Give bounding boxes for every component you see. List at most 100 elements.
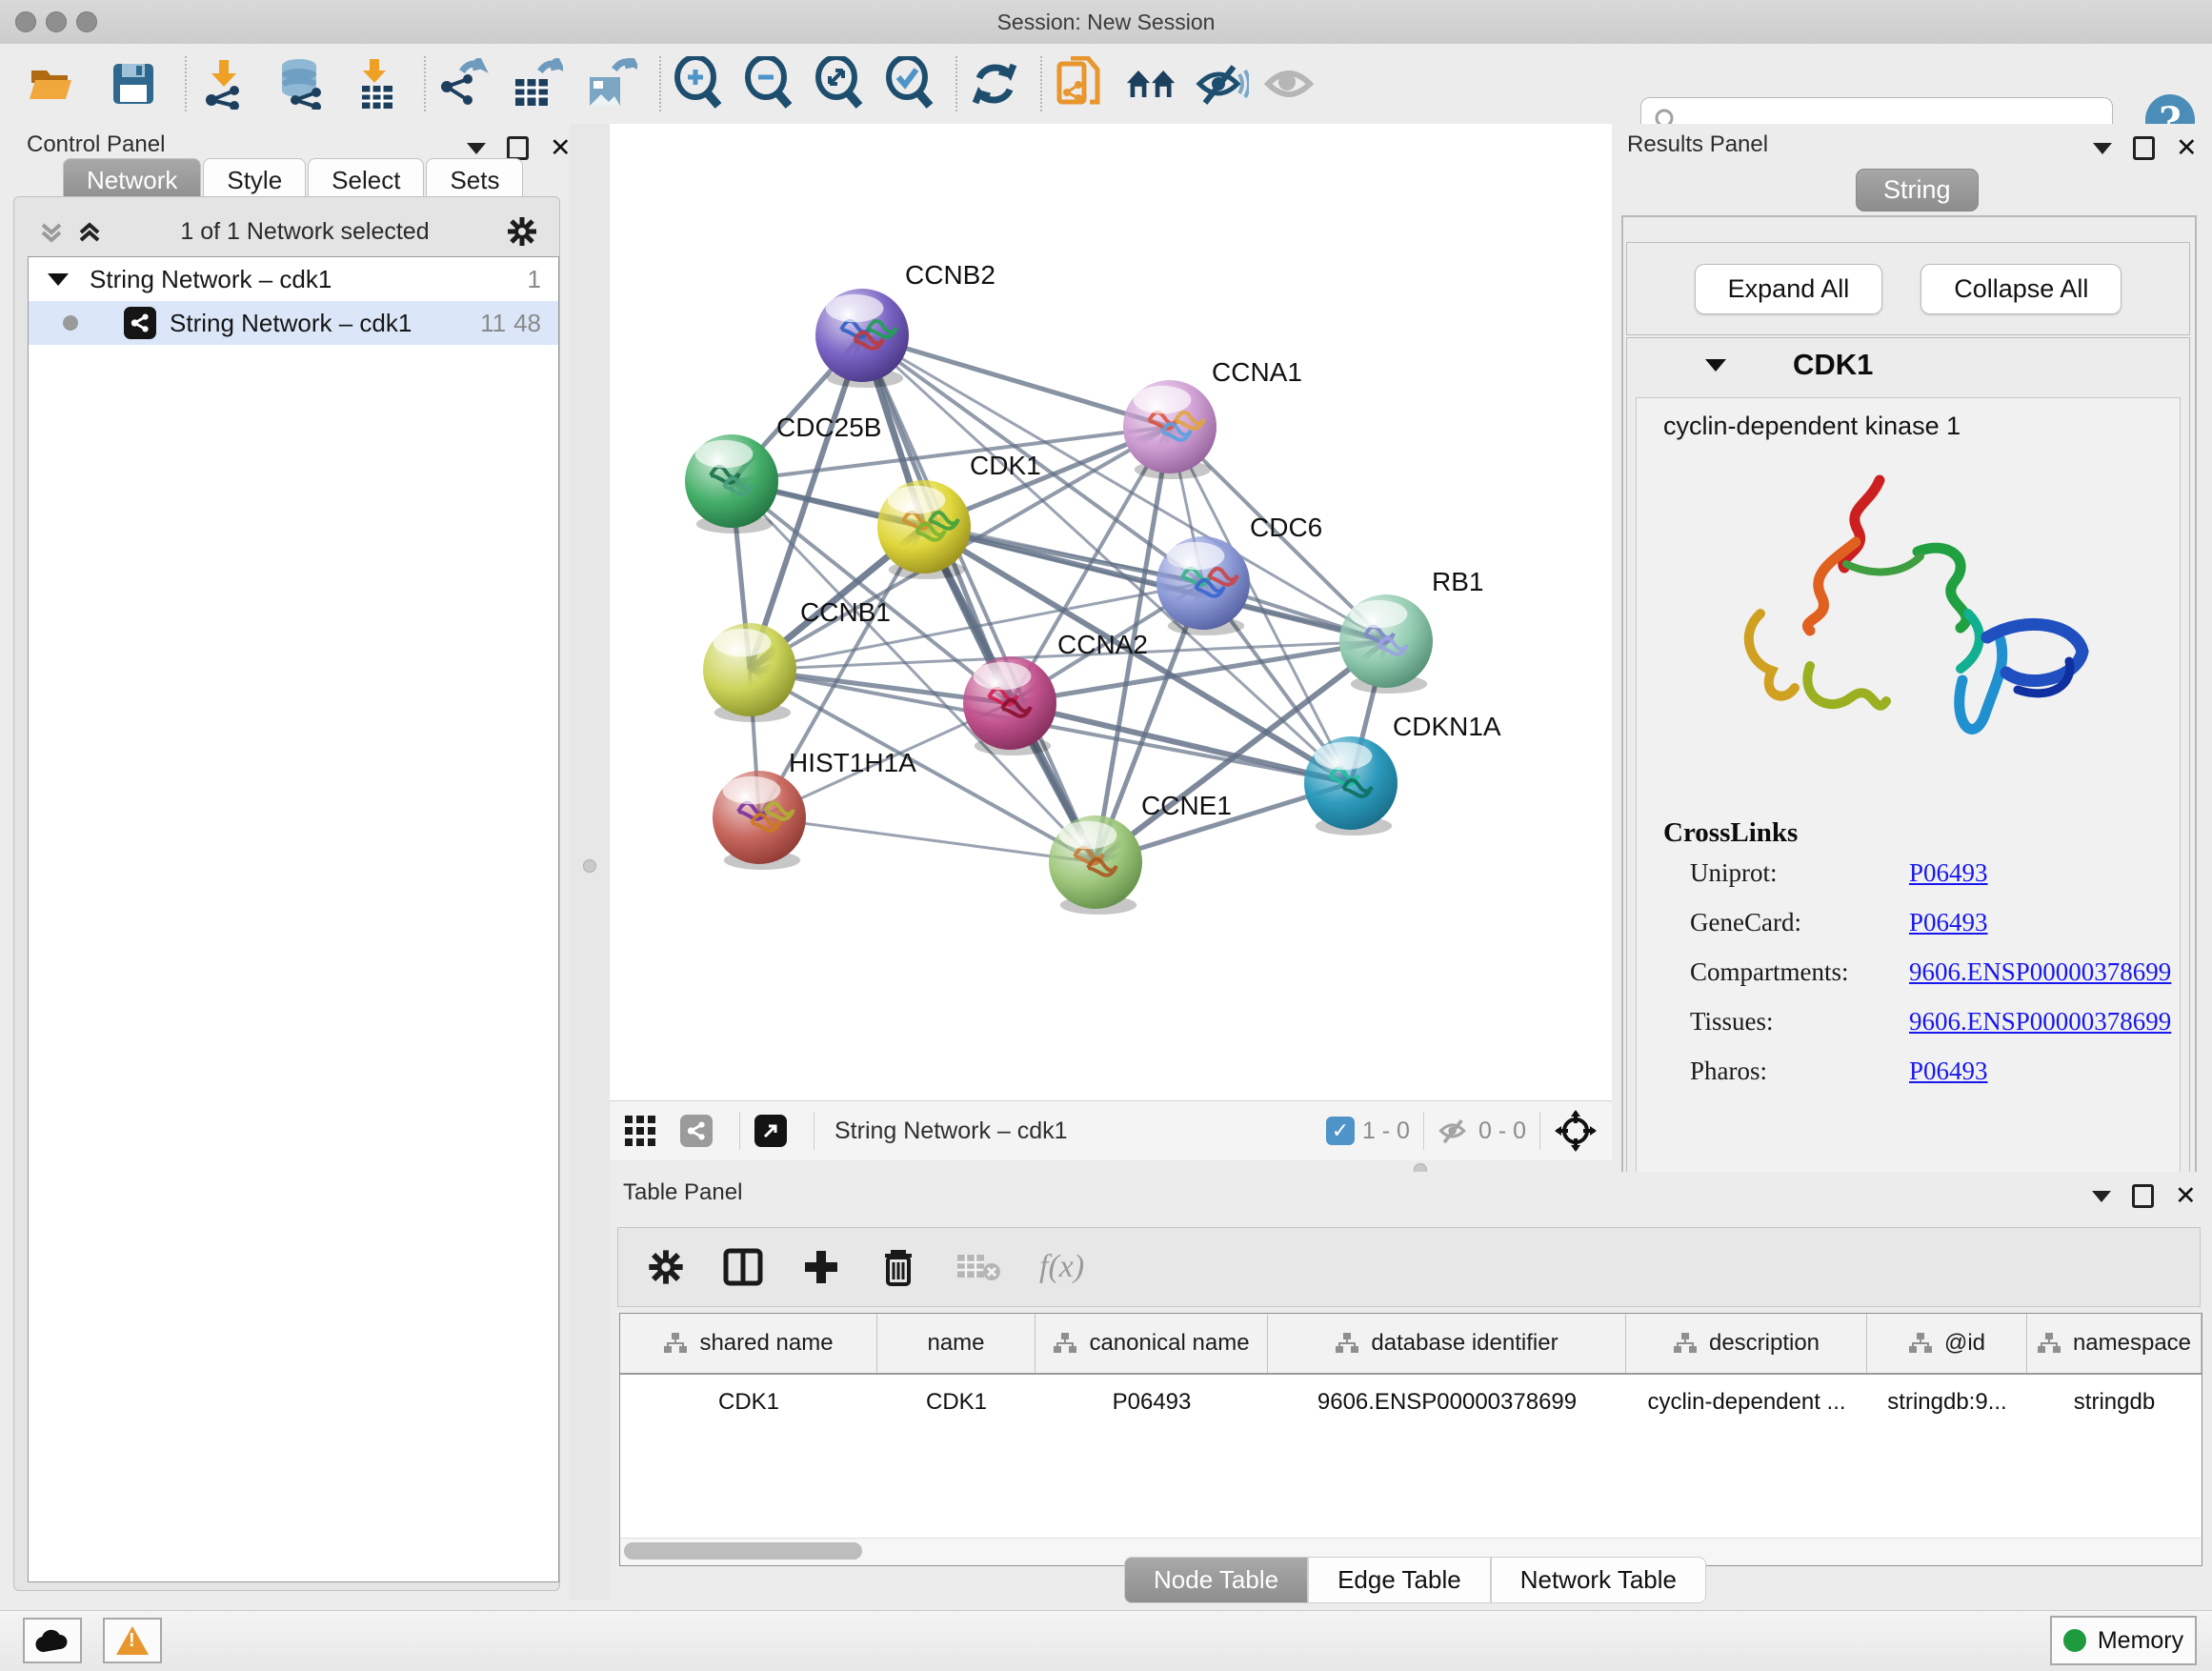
memory-button[interactable]: Memory: [2050, 1616, 2197, 1665]
scrollbar-thumb[interactable]: [624, 1542, 862, 1560]
import-network-icon: [200, 58, 248, 110]
results-panel-float-icon[interactable]: [2133, 136, 2155, 160]
table-cell[interactable]: CDK1: [620, 1389, 877, 1416]
show-columns-icon[interactable]: [723, 1247, 763, 1287]
column-header-database-identifier[interactable]: database identifier: [1268, 1314, 1626, 1373]
open-session-button[interactable]: [25, 57, 78, 111]
hierarchy-icon: [1908, 1332, 1933, 1355]
network-canvas[interactable]: CCNB2CCNA1CDC25BCDK1CDC6RB1CCNB1CCNA2CDK…: [610, 124, 1612, 1100]
first-neighbors-button[interactable]: [1125, 57, 1178, 111]
table-cell[interactable]: P06493: [1036, 1389, 1268, 1416]
left-splitter-handle[interactable]: [583, 859, 596, 873]
zoom-fit-button[interactable]: [813, 57, 866, 111]
hide-selected-button[interactable]: [1196, 57, 1249, 111]
zoom-out-button[interactable]: [742, 57, 795, 111]
crosslink-row: Uniprot:P06493: [1690, 858, 2180, 888]
crosslink-row: GeneCard:P06493: [1690, 908, 2180, 937]
node-CCNA1[interactable]: CCNA1: [1123, 357, 1302, 479]
import-table-button[interactable]: [350, 57, 403, 111]
tab-string[interactable]: String: [1856, 169, 1979, 211]
cloud-button[interactable]: [23, 1618, 82, 1663]
network-options-gear-icon[interactable]: [506, 215, 538, 248]
network-edge-count: 48: [513, 309, 541, 338]
export-network-button[interactable]: [436, 57, 490, 111]
results-panel-close-icon[interactable]: ✕: [2176, 135, 2198, 161]
status-bar: Memory: [0, 1610, 2212, 1671]
network-collection-row[interactable]: String Network – cdk1 1: [29, 257, 558, 301]
node-CCNE1[interactable]: CCNE1: [1049, 791, 1232, 915]
node-CDKN1A[interactable]: CDKN1A: [1304, 712, 1501, 836]
column-header-name[interactable]: name: [877, 1314, 1036, 1373]
control-panel-close-icon[interactable]: ✕: [550, 135, 572, 161]
delete-column-icon[interactable]: [879, 1246, 917, 1288]
table-panel-float-icon[interactable]: [2132, 1184, 2154, 1208]
edge-CCNB2-CCNA1[interactable]: [862, 335, 1170, 427]
crosslink-row: Compartments:9606.ENSP00000378699: [1690, 957, 2180, 987]
delete-table-icon: [955, 1249, 1001, 1285]
crosslink-link[interactable]: 9606.ENSP00000378699: [1909, 957, 2171, 987]
collection-expand-icon[interactable]: [48, 273, 69, 286]
apply-layout-button[interactable]: [968, 57, 1021, 111]
grid-view-icon[interactable]: [623, 1114, 657, 1148]
node-RB1[interactable]: RB1: [1339, 567, 1483, 694]
column-header-canonical-name[interactable]: canonical name: [1036, 1314, 1268, 1373]
control-panel-menu-icon[interactable]: [467, 143, 486, 154]
results-buttons-box: Expand All Collapse All: [1626, 242, 2190, 335]
crosslink-link[interactable]: P06493: [1909, 858, 1988, 888]
export-image-button[interactable]: [585, 57, 638, 111]
import-network-button[interactable]: [197, 57, 251, 111]
protein-card-header[interactable]: CDK1: [1627, 338, 2189, 392]
zoom-in-button[interactable]: [672, 57, 725, 111]
tab-network-table[interactable]: Network Table: [1491, 1557, 1706, 1603]
crosslink-link[interactable]: P06493: [1909, 1057, 1988, 1086]
expand-all-button[interactable]: Expand All: [1695, 264, 1883, 314]
string-view-badge-icon[interactable]: [680, 1115, 713, 1147]
import-network-database-button[interactable]: [273, 57, 327, 111]
table-options-gear-icon[interactable]: [647, 1248, 685, 1286]
network-row[interactable]: String Network – cdk1 11 48: [29, 301, 558, 345]
new-network-from-selection-button[interactable]: [1053, 57, 1106, 111]
table-cell[interactable]: stringdb:9...: [1867, 1389, 2027, 1416]
zoom-selected-button[interactable]: [883, 57, 936, 111]
table-cell[interactable]: cyclin-dependent ...: [1626, 1389, 1867, 1416]
warnings-button[interactable]: [103, 1618, 162, 1663]
table-row[interactable]: CDK1CDK1P064939606.ENSP00000378699cyclin…: [620, 1375, 2202, 1430]
table-panel-menu-icon[interactable]: [2092, 1191, 2111, 1202]
control-panel-float-icon[interactable]: [507, 136, 529, 160]
column-header-description[interactable]: description: [1626, 1314, 1867, 1373]
birdseye-toggle-icon[interactable]: [1555, 1110, 1597, 1152]
edge-HIST1H1A-CCNE1[interactable]: [759, 817, 1096, 862]
edge-CCNB2-CCNE1[interactable]: [862, 335, 1096, 862]
table-cell[interactable]: CDK1: [877, 1389, 1036, 1416]
import-table-icon: [354, 57, 398, 111]
table-cell[interactable]: stringdb: [2027, 1389, 2202, 1416]
tab-node-table[interactable]: Node Table: [1124, 1557, 1308, 1603]
table-panel-close-icon[interactable]: ✕: [2175, 1183, 2197, 1209]
detach-view-icon[interactable]: [754, 1115, 787, 1147]
export-table-button[interactable]: [511, 57, 564, 111]
column-header-namespace[interactable]: namespace: [2027, 1314, 2202, 1373]
node-HIST1H1A[interactable]: HIST1H1A: [713, 748, 916, 870]
column-header-shared-name[interactable]: shared name: [620, 1314, 877, 1373]
table-cell[interactable]: 9606.ENSP00000378699: [1268, 1389, 1626, 1416]
first-neighbors-houses-icon: [1125, 62, 1178, 106]
left-splitter[interactable]: [570, 124, 610, 1601]
add-column-icon[interactable]: [801, 1247, 841, 1287]
column-header--id[interactable]: @id: [1867, 1314, 2027, 1373]
collapse-all-icon[interactable]: [37, 217, 66, 246]
save-session-button[interactable]: [107, 57, 160, 111]
selected-checkbox[interactable]: ✓: [1326, 1117, 1355, 1145]
node-table[interactable]: shared namenamecanonical namedatabase id…: [619, 1313, 2202, 1540]
collapse-all-button[interactable]: Collapse All: [1920, 264, 2122, 314]
expand-all-icon[interactable]: [75, 217, 104, 246]
node-CCNA2[interactable]: CCNA2: [963, 630, 1148, 755]
tab-edge-table[interactable]: Edge Table: [1308, 1557, 1491, 1603]
function-builder-icon: f(x): [1039, 1249, 1084, 1285]
show-all-button[interactable]: [1264, 57, 1317, 111]
crosslink-link[interactable]: 9606.ENSP00000378699: [1909, 1007, 2171, 1037]
crosslink-link[interactable]: P06493: [1909, 908, 1988, 937]
hierarchy-icon: [1053, 1332, 1077, 1355]
protein-collapse-icon[interactable]: [1705, 359, 1726, 372]
results-panel-menu-icon[interactable]: [2093, 143, 2112, 154]
table-toolbar: f(x): [617, 1227, 2201, 1307]
